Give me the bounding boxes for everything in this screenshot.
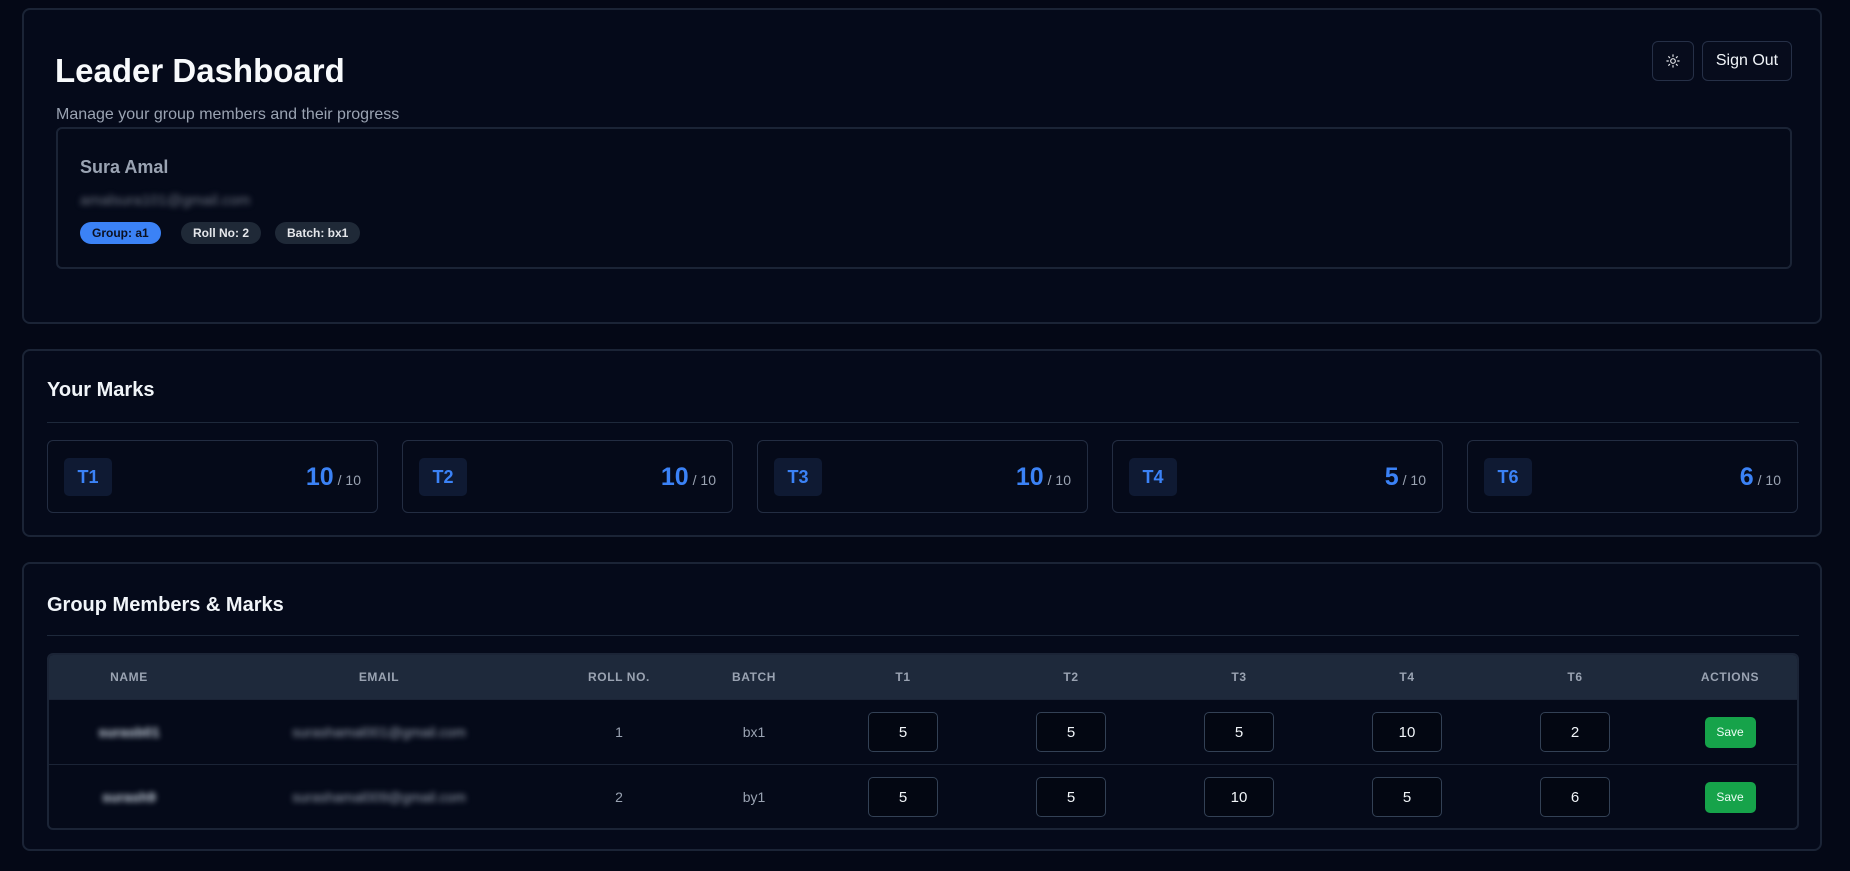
section-divider — [47, 422, 1799, 423]
mark-score: 10 / 10 — [661, 463, 716, 492]
column-header-batch: BATCH — [731, 670, 777, 684]
t6-mark-input[interactable] — [1540, 712, 1610, 752]
mark-value: 5 — [1384, 463, 1399, 491]
t3-mark-input[interactable] — [1204, 777, 1274, 817]
mark-max: / 10 — [1047, 472, 1071, 488]
member-name: surash9 — [102, 789, 156, 805]
t4-mark-input[interactable] — [1372, 777, 1442, 817]
group-members-panel: Group Members & Marks NAME EMAIL ROLL NO… — [22, 562, 1822, 851]
member-name: surasb01 — [98, 724, 160, 740]
members-table: NAME EMAIL ROLL NO. BATCH T1 T2 T3 T4 T6… — [47, 653, 1799, 830]
member-email: surashamal001@gmail.com — [292, 724, 466, 740]
page-subtitle: Manage your group members and their prog… — [56, 106, 400, 123]
member-roll: 2 — [615, 789, 623, 805]
member-email: surashamal009@gmail.com — [292, 789, 466, 805]
profile-name: Sura Amal — [80, 157, 169, 177]
column-header-name: NAME — [110, 670, 148, 684]
member-batch: by1 — [742, 789, 766, 805]
mark-test-label: T2 — [419, 458, 467, 496]
sun-icon — [1666, 54, 1680, 68]
mark-value: 10 — [660, 463, 689, 491]
mark-test-label: T3 — [774, 458, 822, 496]
page-title: Leader Dashboard — [55, 52, 345, 89]
sign-out-button[interactable]: Sign Out — [1702, 41, 1792, 81]
t2-mark-input[interactable] — [1036, 712, 1106, 752]
mark-max: / 10 — [1402, 472, 1426, 488]
actions-cell: Save — [1659, 765, 1797, 828]
t3-cell — [1155, 765, 1323, 828]
t6-cell — [1491, 765, 1659, 828]
section-divider — [47, 635, 1799, 636]
profile-email: amalsura101@gmail.com — [80, 192, 251, 209]
actions-cell: Save — [1659, 700, 1797, 764]
t2-cell — [987, 700, 1155, 764]
column-header-t6: T6 — [1567, 670, 1583, 684]
mark-card-t6: T6 6 / 10 — [1467, 440, 1798, 513]
mark-value: 10 — [1015, 463, 1044, 491]
save-button[interactable]: Save — [1704, 716, 1756, 748]
batch-badge: Batch: bx1 — [275, 222, 361, 244]
mark-card-t2: T2 10 / 10 — [402, 440, 733, 513]
column-header-t4: T4 — [1399, 670, 1415, 684]
t1-cell — [819, 700, 987, 764]
member-batch: bx1 — [742, 724, 766, 740]
save-button[interactable]: Save — [1704, 781, 1756, 813]
column-header-t1: T1 — [895, 670, 911, 684]
mark-max: / 10 — [337, 472, 361, 488]
column-header-t3: T3 — [1231, 670, 1247, 684]
table-row: surasb01 surashamal001@gmail.com 1 bx1 S… — [49, 699, 1797, 764]
group-badge: Group: a1 — [80, 222, 161, 244]
roll-number-badge: Roll No: 2 — [181, 222, 261, 244]
column-header-email: EMAIL — [358, 670, 400, 684]
group-members-title: Group Members & Marks — [47, 594, 284, 616]
mark-test-label: T1 — [64, 458, 112, 496]
mark-score: 5 / 10 — [1385, 463, 1426, 492]
mark-score: 10 / 10 — [306, 463, 361, 492]
t4-cell — [1323, 700, 1491, 764]
column-header-roll: ROLL NO. — [588, 670, 650, 684]
profile-card: Sura Amal amalsura101@gmail.com Group: a… — [56, 127, 1792, 269]
column-header-t2: T2 — [1063, 670, 1079, 684]
mark-max: / 10 — [1757, 472, 1781, 488]
t1-mark-input[interactable] — [868, 777, 938, 817]
t3-cell — [1155, 700, 1323, 764]
t2-mark-input[interactable] — [1036, 777, 1106, 817]
t2-cell — [987, 765, 1155, 828]
mark-card-t3: T3 10 / 10 — [757, 440, 1088, 513]
mark-max: / 10 — [692, 472, 716, 488]
mark-score: 6 / 10 — [1740, 463, 1781, 492]
mark-test-label: T6 — [1484, 458, 1532, 496]
mark-value: 6 — [1739, 463, 1754, 491]
mark-card-t1: T1 10 / 10 — [47, 440, 378, 513]
t6-cell — [1491, 700, 1659, 764]
mark-card-t4: T4 5 / 10 — [1112, 440, 1443, 513]
t1-mark-input[interactable] — [868, 712, 938, 752]
t4-cell — [1323, 765, 1491, 828]
mark-score: 10 / 10 — [1016, 463, 1071, 492]
t3-mark-input[interactable] — [1204, 712, 1274, 752]
your-marks-panel: Your Marks T1 10 / 10 T2 10 / 10 T3 10 /… — [22, 349, 1822, 537]
t1-cell — [819, 765, 987, 828]
theme-toggle-button[interactable] — [1652, 41, 1694, 81]
mark-value: 10 — [305, 463, 334, 491]
table-header-row: NAME EMAIL ROLL NO. BATCH T1 T2 T3 T4 T6… — [49, 655, 1797, 699]
header-panel: Leader Dashboard Manage your group membe… — [22, 8, 1822, 324]
mark-test-label: T4 — [1129, 458, 1177, 496]
t6-mark-input[interactable] — [1540, 777, 1610, 817]
t4-mark-input[interactable] — [1372, 712, 1442, 752]
table-row: surash9 surashamal009@gmail.com 2 by1 Sa… — [49, 764, 1797, 828]
your-marks-title: Your Marks — [47, 379, 155, 401]
member-roll: 1 — [615, 724, 623, 740]
column-header-actions: ACTIONS — [1700, 670, 1760, 684]
